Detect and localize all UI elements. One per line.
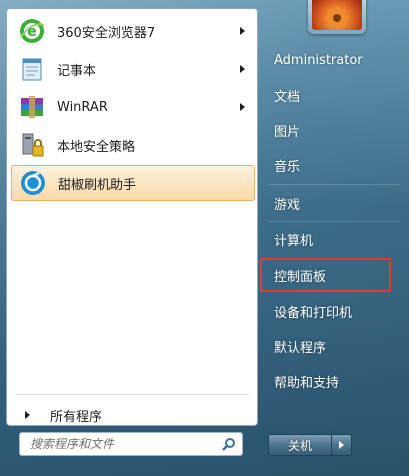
browser-360-icon: e <box>17 16 47 46</box>
program-item-notepad[interactable]: 记事本 <box>11 51 255 87</box>
search-box <box>19 432 243 456</box>
search-icon[interactable] <box>218 433 240 455</box>
devices-printers-label: 设备和打印机 <box>274 305 353 321</box>
default-programs-link[interactable]: 默认程序 <box>266 331 402 361</box>
shutdown-options-button[interactable] <box>332 434 352 456</box>
winrar-icon <box>17 92 47 122</box>
notepad-icon <box>17 54 47 84</box>
submenu-arrow-icon[interactable] <box>240 65 245 73</box>
divider <box>268 184 400 185</box>
start-menu: e 360安全浏览器7 记事本 WinRAR 本地安全策略 甜椒刷机助手 所有程… <box>0 0 409 476</box>
computer-label: 计算机 <box>274 233 314 249</box>
program-item-local-security-policy[interactable]: 本地安全策略 <box>11 127 255 163</box>
shutdown-group: 关机 <box>268 434 356 456</box>
tianjiao-flash-icon <box>18 168 48 198</box>
computer-link[interactable]: 计算机 <box>266 224 402 254</box>
program-label: 记事本 <box>57 63 97 79</box>
chevron-right-icon <box>339 441 344 449</box>
program-item-tianjiao[interactable]: 甜椒刷机助手 <box>11 165 255 201</box>
documents-label: 文档 <box>274 89 301 105</box>
avatar-flower-picture <box>312 0 362 30</box>
games-label: 游戏 <box>274 197 301 213</box>
pictures-label: 图片 <box>274 124 301 140</box>
submenu-arrow-icon[interactable] <box>240 27 245 35</box>
help-support-link[interactable]: 帮助和支持 <box>266 366 402 396</box>
security-policy-icon <box>17 130 47 160</box>
documents-link[interactable]: 文档 <box>266 80 402 110</box>
music-label: 音乐 <box>274 159 301 175</box>
submenu-arrow-icon[interactable] <box>240 103 245 111</box>
help-support-label: 帮助和支持 <box>274 375 340 391</box>
user-name: Administrator <box>274 52 363 68</box>
control-panel-highlight-frame <box>260 258 391 292</box>
user-folder-link[interactable]: Administrator <box>266 45 402 75</box>
pictures-link[interactable]: 图片 <box>266 115 402 145</box>
devices-printers-link[interactable]: 设备和打印机 <box>266 296 402 326</box>
programs-pane: e 360安全浏览器7 记事本 WinRAR 本地安全策略 甜椒刷机助手 所有程… <box>6 8 258 426</box>
program-item-360-browser[interactable]: e 360安全浏览器7 <box>11 13 255 49</box>
program-item-winrar[interactable]: WinRAR <box>11 89 255 125</box>
program-label: 360安全浏览器7 <box>57 25 156 41</box>
program-label: 甜椒刷机助手 <box>58 177 137 193</box>
program-label: 本地安全策略 <box>57 139 136 155</box>
shutdown-button[interactable]: 关机 <box>268 434 332 456</box>
music-link[interactable]: 音乐 <box>266 150 402 180</box>
all-programs-button[interactable]: 所有程序 <box>17 402 253 428</box>
divider <box>268 221 400 222</box>
games-link[interactable]: 游戏 <box>266 188 402 218</box>
search-input[interactable] <box>20 433 218 455</box>
all-programs-arrow-icon <box>25 411 30 419</box>
divider <box>17 394 249 395</box>
user-avatar[interactable] <box>308 0 366 34</box>
program-label: WinRAR <box>57 99 108 115</box>
all-programs-label: 所有程序 <box>50 409 103 425</box>
default-programs-label: 默认程序 <box>274 340 327 356</box>
